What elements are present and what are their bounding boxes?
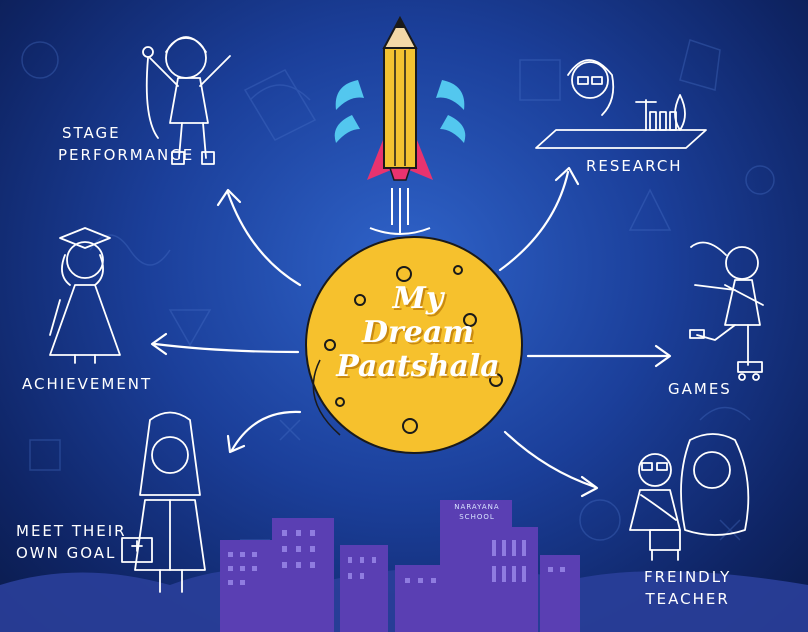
label-games: Games xyxy=(668,380,732,398)
graduate-girl-icon xyxy=(49,227,121,364)
teacher-kid-icon xyxy=(629,433,750,561)
doctor-girl-icon xyxy=(121,411,206,593)
research-girl-icon xyxy=(535,59,707,149)
poster: NARAYANA SCHOOL My Dream Paatshala STAGE… xyxy=(0,0,808,632)
label-meet-goal: Meet their own goal xyxy=(16,522,127,562)
skater-girl-icon xyxy=(689,241,764,381)
label-achievement: Achievement xyxy=(22,375,153,393)
label-stage-performance: Stage Performance xyxy=(58,124,195,164)
label-friendly-teacher: Freindly Teacher xyxy=(644,568,732,608)
label-research: Research xyxy=(586,157,683,175)
